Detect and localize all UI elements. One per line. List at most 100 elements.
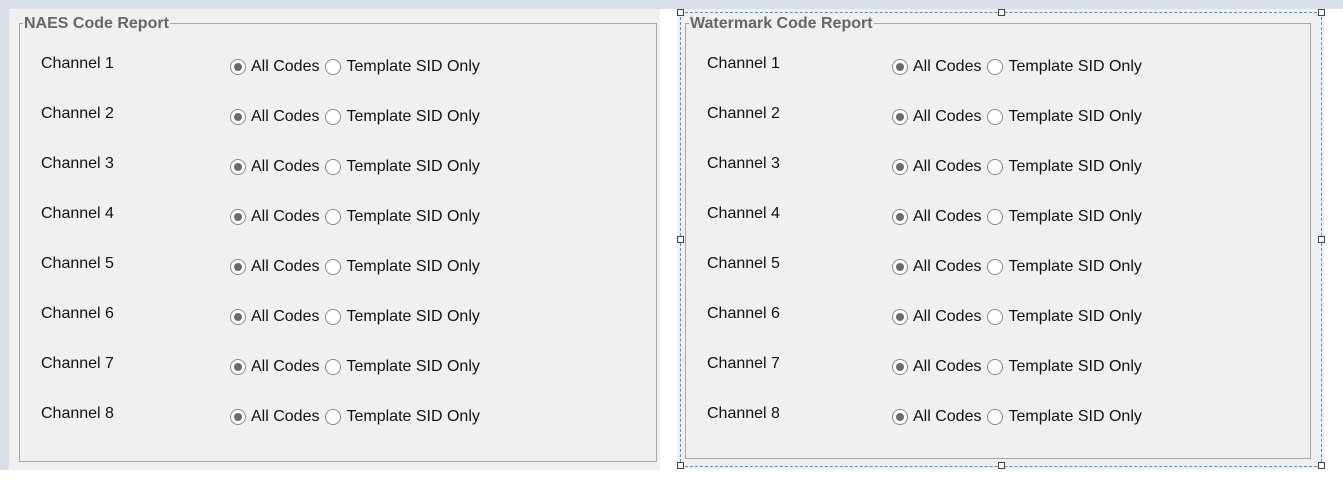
template-sid-only-label[interactable]: Template SID Only — [1008, 305, 1141, 329]
template-sid-only-label[interactable]: Template SID Only — [346, 255, 479, 279]
template-sid-only-label[interactable]: Template SID Only — [346, 205, 479, 229]
all-codes-label[interactable]: All Codes — [913, 305, 981, 329]
template-sid-only-radio[interactable] — [325, 159, 342, 175]
template-sid-only-radio[interactable] — [987, 159, 1004, 175]
template-sid-only-label[interactable]: Template SID Only — [346, 155, 479, 179]
code-option-group: All Codes Template SID Only — [230, 205, 486, 229]
all-codes-radio[interactable] — [230, 59, 246, 75]
all-codes-label[interactable]: All Codes — [913, 255, 981, 279]
resize-handle-top-right[interactable] — [1318, 9, 1325, 16]
watermark-code-report-panel[interactable]: Watermark Code Report Channel 1 All Codes… — [677, 9, 1324, 469]
template-sid-only-label[interactable]: Template SID Only — [1008, 155, 1141, 179]
all-codes-label[interactable]: All Codes — [251, 205, 319, 229]
all-codes-radio[interactable] — [230, 309, 246, 325]
resize-handle-top[interactable] — [998, 9, 1005, 16]
channel-row: Channel 1 All Codes Template SID Only — [41, 52, 641, 76]
channel-label: Channel 8 — [41, 405, 114, 422]
template-sid-only-radio[interactable] — [325, 359, 342, 375]
all-codes-label[interactable]: All Codes — [913, 355, 981, 379]
all-codes-label[interactable]: All Codes — [251, 55, 319, 79]
all-codes-radio[interactable] — [892, 159, 908, 175]
template-sid-only-label[interactable]: Template SID Only — [346, 305, 479, 329]
template-sid-only-radio[interactable] — [325, 309, 342, 325]
template-sid-only-label[interactable]: Template SID Only — [1008, 55, 1141, 79]
template-sid-only-radio[interactable] — [987, 109, 1004, 125]
template-sid-only-label[interactable]: Template SID Only — [1008, 255, 1141, 279]
all-codes-radio[interactable] — [892, 209, 908, 225]
all-codes-label[interactable]: All Codes — [913, 205, 981, 229]
resize-handle-bottom-left[interactable] — [677, 462, 684, 469]
template-sid-only-radio[interactable] — [325, 259, 342, 275]
template-sid-only-label[interactable]: Template SID Only — [1008, 105, 1141, 129]
template-sid-only-label[interactable]: Template SID Only — [1008, 205, 1141, 229]
template-sid-only-label[interactable]: Template SID Only — [1008, 405, 1141, 429]
template-sid-only-radio[interactable] — [325, 409, 342, 425]
code-option-group: All Codes Template SID Only — [892, 155, 1148, 179]
all-codes-label[interactable]: All Codes — [251, 305, 319, 329]
designer-top-strip — [0, 0, 1343, 9]
all-codes-radio[interactable] — [892, 259, 908, 275]
resize-handle-top-left[interactable] — [677, 9, 684, 16]
template-sid-only-radio[interactable] — [987, 359, 1004, 375]
all-codes-label[interactable]: All Codes — [913, 55, 981, 79]
template-sid-only-label[interactable]: Template SID Only — [346, 55, 479, 79]
resize-handle-bottom[interactable] — [998, 462, 1005, 469]
code-option-group: All Codes Template SID Only — [892, 55, 1148, 79]
all-codes-radio[interactable] — [230, 359, 246, 375]
all-codes-radio[interactable] — [230, 259, 246, 275]
template-sid-only-label[interactable]: Template SID Only — [1008, 355, 1141, 379]
template-sid-only-radio[interactable] — [987, 209, 1004, 225]
code-option-group: All Codes Template SID Only — [230, 355, 486, 379]
channel-label: Channel 1 — [41, 55, 114, 72]
template-sid-only-label[interactable]: Template SID Only — [346, 105, 479, 129]
template-sid-only-label[interactable]: Template SID Only — [346, 405, 479, 429]
all-codes-label[interactable]: All Codes — [913, 405, 981, 429]
channel-label: Channel 8 — [707, 405, 780, 422]
channel-label: Channel 6 — [707, 305, 780, 322]
channel-row: Channel 3 All Codes Template SID Only — [707, 152, 1297, 176]
all-codes-radio[interactable] — [230, 109, 246, 125]
template-sid-only-radio[interactable] — [325, 209, 342, 225]
channel-row: Channel 5 All Codes Template SID Only — [707, 252, 1297, 276]
all-codes-radio[interactable] — [230, 159, 246, 175]
all-codes-label[interactable]: All Codes — [251, 355, 319, 379]
all-codes-radio[interactable] — [892, 309, 908, 325]
code-option-group: All Codes Template SID Only — [230, 155, 486, 179]
channel-label: Channel 4 — [707, 205, 780, 222]
template-sid-only-radio[interactable] — [325, 59, 342, 75]
channel-row: Channel 4 All Codes Template SID Only — [707, 202, 1297, 226]
all-codes-label[interactable]: All Codes — [251, 255, 319, 279]
all-codes-label[interactable]: All Codes — [251, 405, 319, 429]
naes-group-title: NAES Code Report — [23, 15, 170, 33]
all-codes-radio[interactable] — [892, 359, 908, 375]
channel-label: Channel 2 — [41, 105, 114, 122]
template-sid-only-radio[interactable] — [987, 59, 1004, 75]
template-sid-only-radio[interactable] — [987, 409, 1004, 425]
all-codes-radio[interactable] — [892, 409, 908, 425]
code-option-group: All Codes Template SID Only — [892, 255, 1148, 279]
channel-row: Channel 5 All Codes Template SID Only — [41, 252, 641, 276]
template-sid-only-radio[interactable] — [987, 259, 1004, 275]
watermark-group-border — [685, 23, 1311, 459]
all-codes-label[interactable]: All Codes — [913, 105, 981, 129]
channel-label: Channel 5 — [41, 255, 114, 272]
code-option-group: All Codes Template SID Only — [892, 405, 1148, 429]
template-sid-only-radio[interactable] — [987, 309, 1004, 325]
channel-label: Channel 4 — [41, 205, 114, 222]
all-codes-radio[interactable] — [230, 209, 246, 225]
template-sid-only-radio[interactable] — [325, 109, 342, 125]
channel-row: Channel 3 All Codes Template SID Only — [41, 152, 641, 176]
all-codes-radio[interactable] — [892, 59, 908, 75]
channel-label: Channel 5 — [707, 255, 780, 272]
all-codes-label[interactable]: All Codes — [913, 155, 981, 179]
all-codes-radio[interactable] — [230, 409, 246, 425]
resize-handle-left[interactable] — [677, 236, 684, 243]
template-sid-only-label[interactable]: Template SID Only — [346, 355, 479, 379]
all-codes-radio[interactable] — [892, 109, 908, 125]
resize-handle-right[interactable] — [1318, 236, 1325, 243]
all-codes-label[interactable]: All Codes — [251, 155, 319, 179]
channel-row: Channel 7 All Codes Template SID Only — [41, 352, 641, 376]
code-option-group: All Codes Template SID Only — [892, 355, 1148, 379]
resize-handle-bottom-right[interactable] — [1318, 462, 1325, 469]
all-codes-label[interactable]: All Codes — [251, 105, 319, 129]
